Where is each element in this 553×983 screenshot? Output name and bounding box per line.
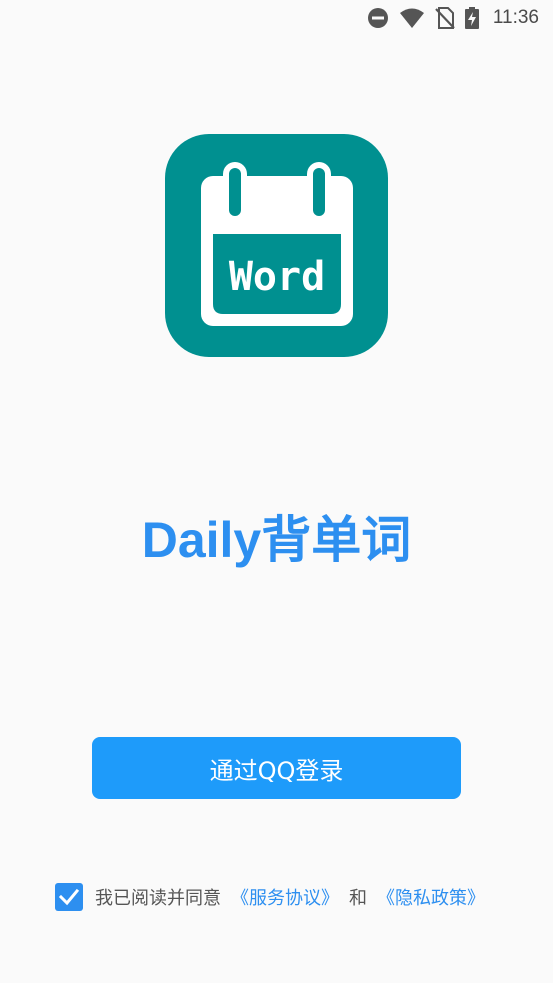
check-icon [58,888,80,906]
status-bar: 11:36 [0,0,553,36]
qq-login-button[interactable]: 通过QQ登录 [92,737,461,799]
agreement-text: 我已阅读并同意 [95,888,221,909]
do-not-disturb-icon [367,7,389,29]
no-sim-icon [435,7,455,29]
privacy-policy-link[interactable]: 《隐私政策》 [377,884,485,910]
logo-text: Word [229,254,325,300]
agreement-checkbox[interactable] [55,883,83,911]
login-screen: 11:36 Word Daily背单词 通过QQ登录 我已阅读并同意 《服务协议… [0,0,553,983]
agreement-conjunction: 和 [349,888,367,909]
wifi-icon [399,7,425,29]
app-logo: Word [165,134,388,357]
agreement-row: 我已阅读并同意 《服务协议》 和 《隐私政策》 [55,882,533,912]
status-time: 11:36 [492,7,539,28]
battery-charging-icon [464,7,479,29]
terms-of-service-link[interactable]: 《服务协议》 [231,884,339,910]
app-title: Daily背单词 [141,512,412,568]
